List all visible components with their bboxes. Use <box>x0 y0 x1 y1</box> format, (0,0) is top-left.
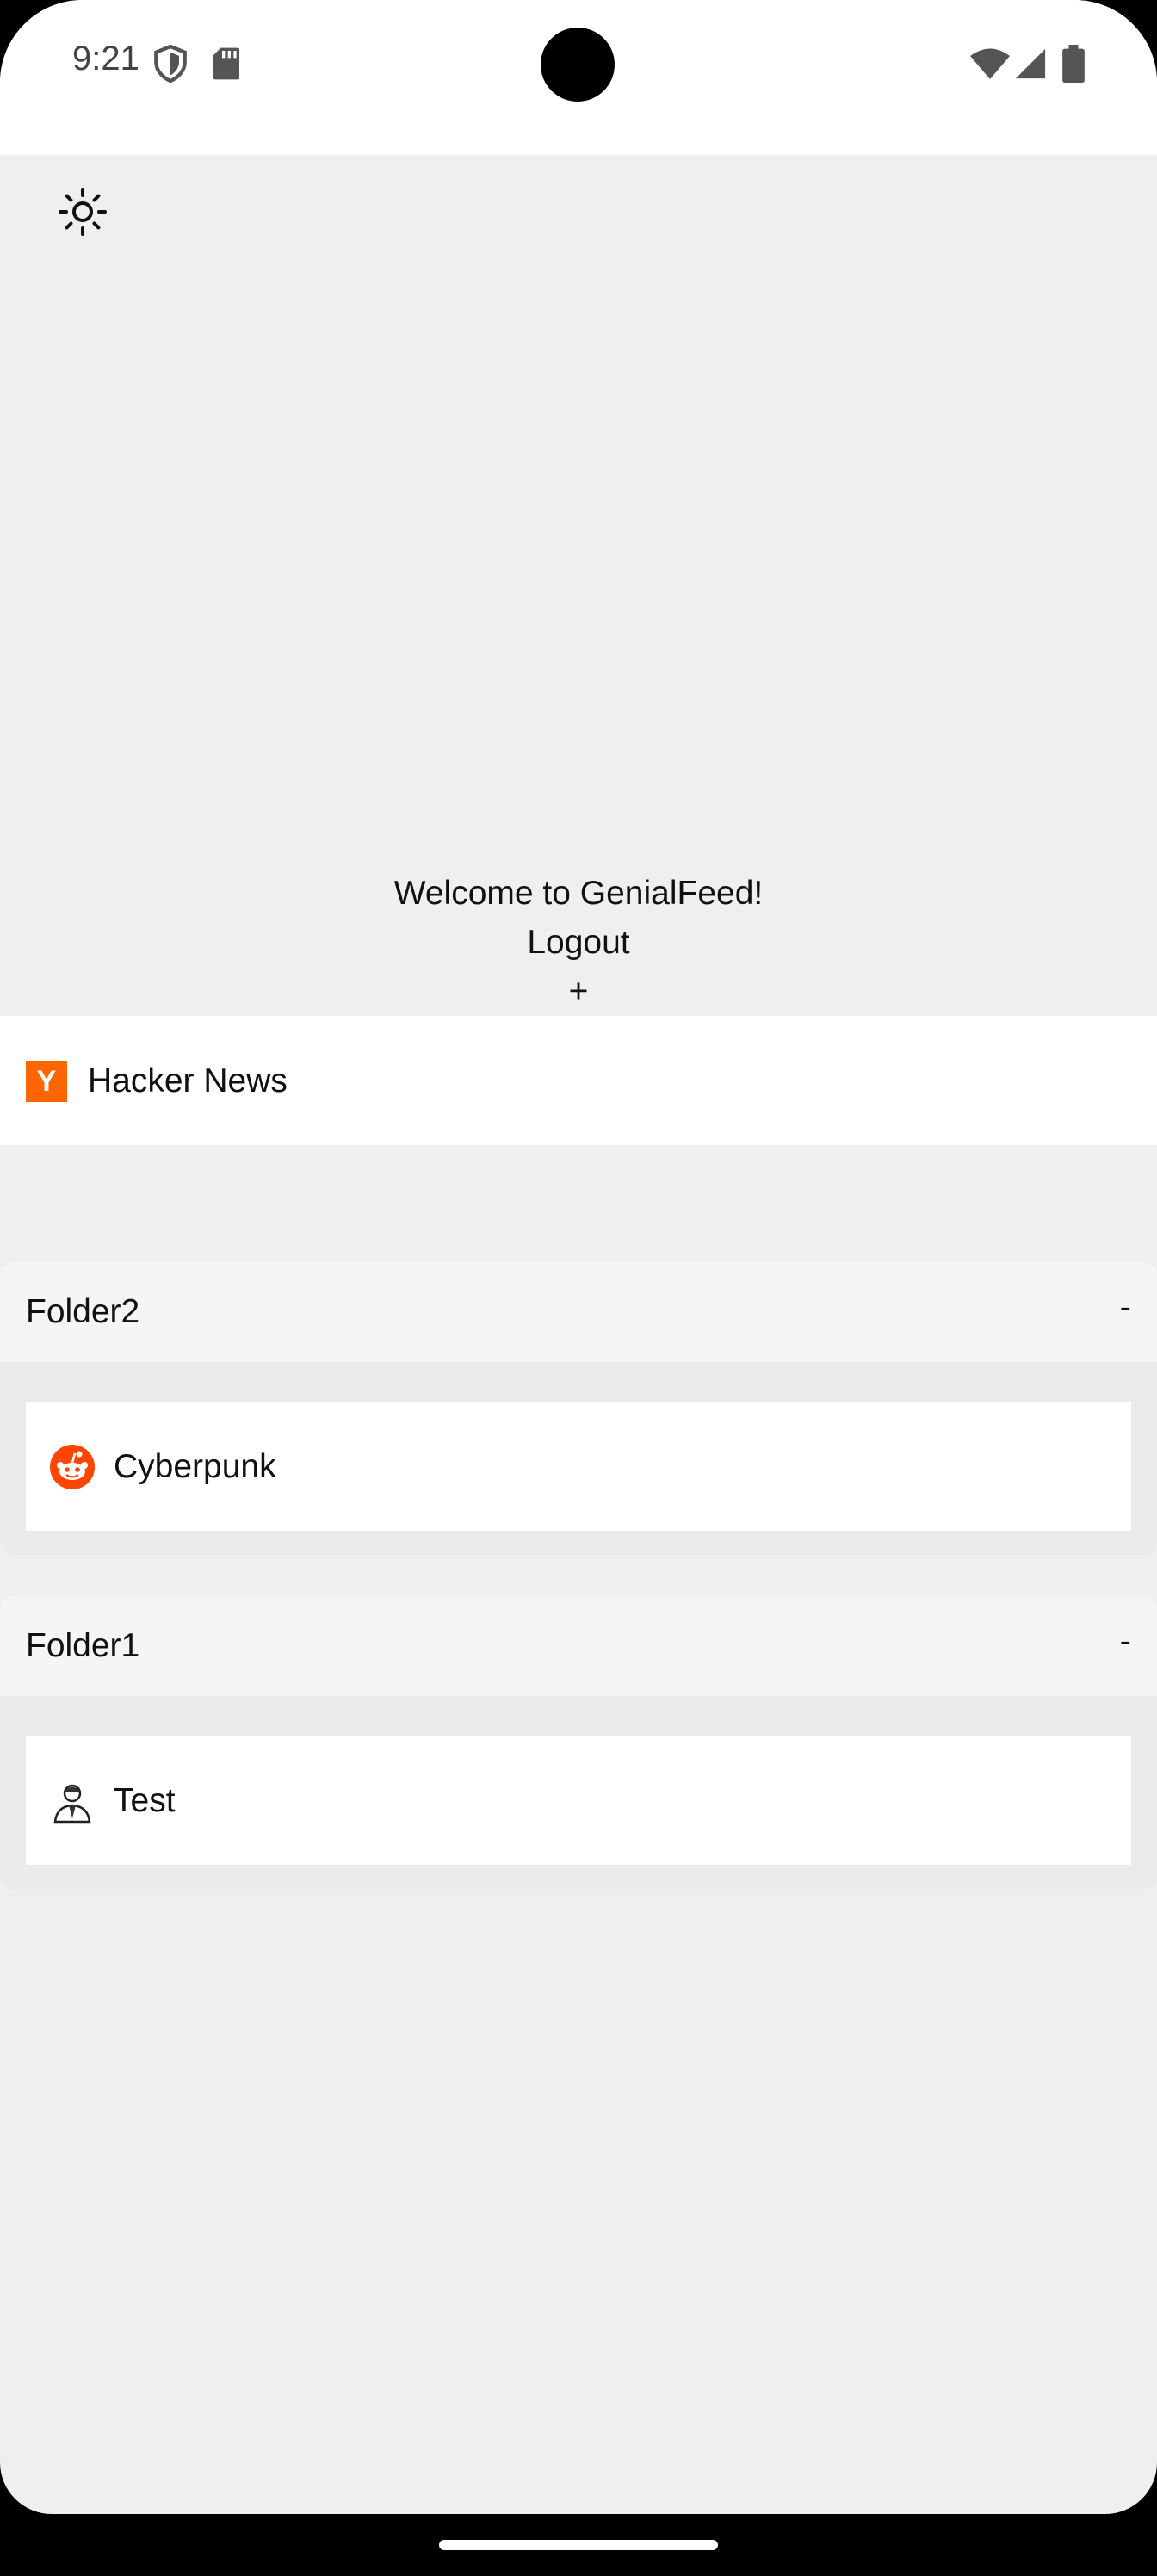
feed-item-cyberpunk[interactable]: Cyberpunk <box>26 1402 1131 1531</box>
logout-button[interactable]: Logout <box>0 924 1157 962</box>
app-screen: 9:21 Welcome to GenialFeed! Logout + Y H… <box>0 0 1157 2514</box>
feed-item-test[interactable]: Test <box>26 1736 1131 1865</box>
feed-item-label: Test <box>114 1782 176 1819</box>
camera-cutout <box>541 28 615 102</box>
theme-toggle-button[interactable] <box>55 184 110 239</box>
avatar-icon <box>50 1779 95 1828</box>
folder-collapse-button[interactable]: - <box>1120 1288 1131 1327</box>
sun-icon <box>55 188 110 243</box>
folder-name: Folder2 <box>26 1293 140 1330</box>
feed-item-label: Cyberpunk <box>114 1448 276 1485</box>
reddit-icon <box>50 1445 95 1494</box>
home-indicator[interactable] <box>439 2540 718 2550</box>
folder-header[interactable]: Folder1 - <box>0 1596 1157 1696</box>
folder-header[interactable]: Folder2 - <box>0 1262 1157 1362</box>
shield-icon <box>153 44 188 87</box>
folder-folder1: Folder1 - Test <box>0 1596 1157 1889</box>
folder-collapse-button[interactable]: - <box>1120 1622 1131 1661</box>
folder-folder2: Folder2 - Cyberpunk <box>0 1262 1157 1555</box>
status-bar: 9:21 <box>0 0 1157 155</box>
hacker-news-icon: Y <box>26 1061 67 1102</box>
signal-icon <box>1014 46 1047 85</box>
feed-item-label: Hacker News <box>88 1062 288 1099</box>
folder-name: Folder1 <box>26 1627 140 1664</box>
feed-item-hacker-news[interactable]: Y Hacker News <box>0 1016 1157 1145</box>
status-time: 9:21 <box>72 40 139 77</box>
welcome-message: Welcome to GenialFeed! <box>393 875 764 912</box>
wifi-icon <box>969 46 1011 85</box>
add-feed-button[interactable]: + <box>0 973 1157 1011</box>
sd-card-icon <box>212 46 241 85</box>
battery-icon <box>1062 45 1085 87</box>
